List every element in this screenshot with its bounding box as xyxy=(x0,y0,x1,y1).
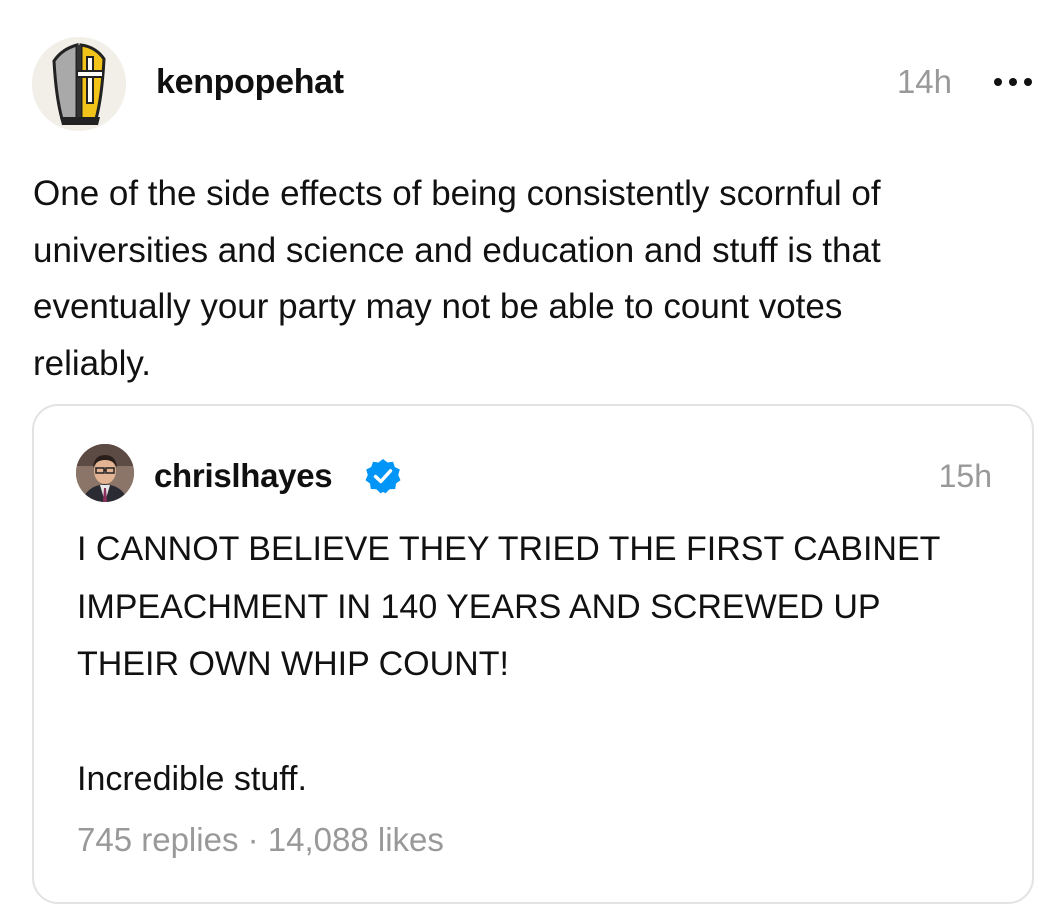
verified-badge-icon xyxy=(364,457,402,495)
quoted-post-text: I CANNOT BELIEVE THEY TRIED THE FIRST CA… xyxy=(77,530,941,798)
post-username[interactable]: kenpopehat xyxy=(156,62,344,102)
stats-separator: · xyxy=(247,821,259,858)
bishop-mitre-icon[interactable] xyxy=(32,37,126,131)
post-timestamp: 14h xyxy=(896,63,952,100)
more-options-icon[interactable] xyxy=(990,72,1036,92)
likes-count[interactable]: 14,088 likes xyxy=(268,821,444,858)
avatar[interactable] xyxy=(76,444,134,502)
quoted-post-stats: 745 replies · 14,088 likes xyxy=(77,820,444,860)
post-text: One of the side effects of being consist… xyxy=(33,174,881,383)
replies-count[interactable]: 745 replies xyxy=(77,821,238,858)
thread-post: kenpopehat 14h One of the side effects o… xyxy=(0,0,1041,924)
quoted-username[interactable]: chrislhayes xyxy=(154,456,333,496)
quoted-post-card[interactable]: chrislhayes 15h I CANNOT BELIEVE THEY TR… xyxy=(32,404,1034,904)
quoted-timestamp: 15h xyxy=(938,458,992,494)
